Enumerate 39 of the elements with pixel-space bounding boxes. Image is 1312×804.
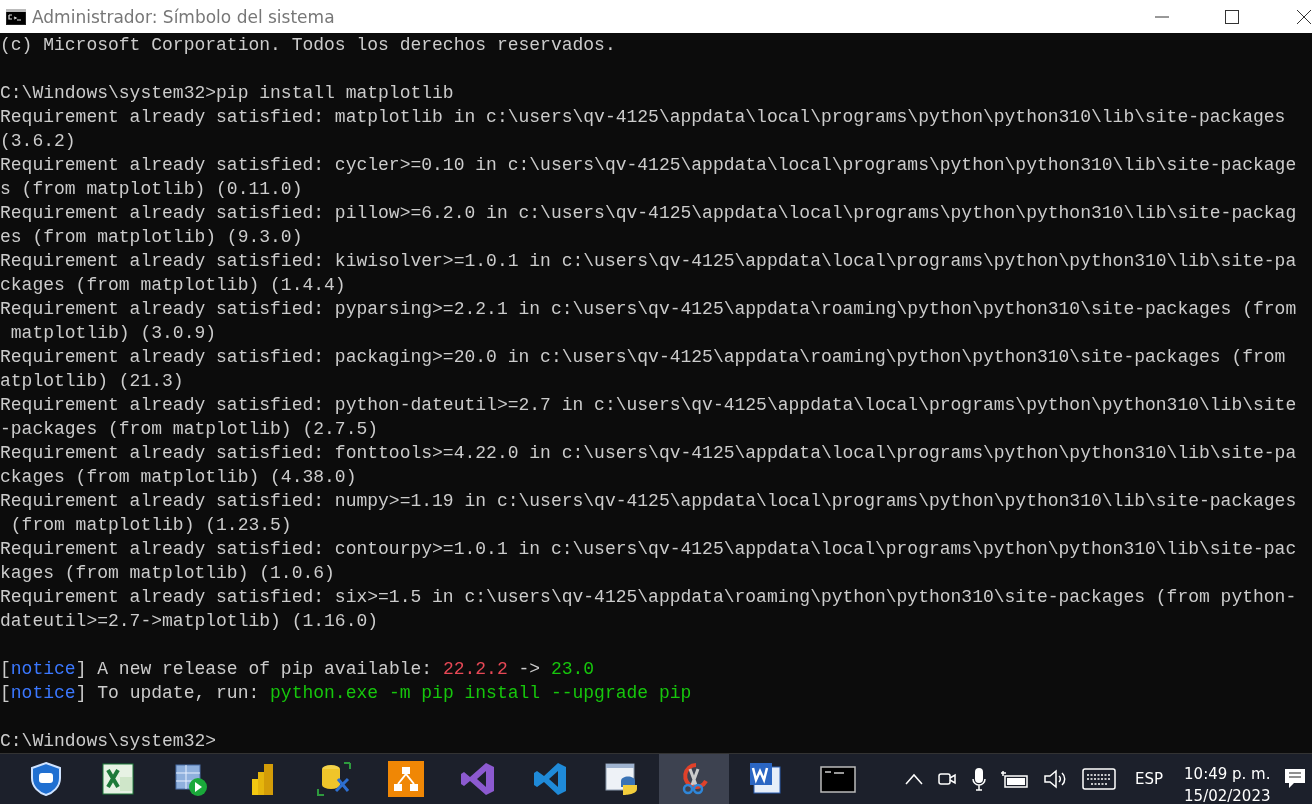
console-text: C:\Windows\system32> xyxy=(0,731,217,751)
console-text: [ xyxy=(0,683,11,703)
console-text: es (from matplotlib) (9.3.0) xyxy=(0,227,303,247)
console-text: Requirement already satisfied: pyparsing>=2.2.1 in c:\users\qv-4125\appdata\roaming\python\python310\site-packages (from xyxy=(0,299,1297,319)
console-text: kages (from matplotlib) (1.0.6) xyxy=(0,563,335,583)
console-text: ] A new release of pip available: xyxy=(75,659,434,679)
console-text: Requirement already satisfied: six>=1.5 in c:\users\qv-4125\appdata\roaming\python\python310\site-packages (from python- xyxy=(0,587,1297,607)
console-text: ] To update, run: xyxy=(75,683,261,703)
console-text: -> xyxy=(517,659,542,679)
console-text: Requirement already satisfied: python-dateutil>=2.7 in c:\users\qv-4125\appdata\local\programs\python\python310\lib\site xyxy=(0,395,1297,415)
console-text: Requirement already satisfied: contourpy>=1.0.1 in c:\users\qv-4125\appdata\local\programs\python\python310\lib\site-pac xyxy=(0,539,1297,559)
console-text: matplotlib) (3.0.9) xyxy=(9,323,217,343)
console-text: Requirement already satisfied: matplotlib in c:\users\qv-4125\appdata\local\programs\python\python310\lib\site-packages xyxy=(0,107,1286,127)
console-text: dateutil>=2.7->matplotlib) (1.16.0) xyxy=(0,611,379,631)
console-text: ckages (from matplotlib) (1.4.4) xyxy=(0,275,346,295)
console-text: 22.2.2 xyxy=(442,659,508,679)
window-title: Administrador: Símbolo del sistema xyxy=(32,6,335,27)
console-text: C:\Windows\system32>pip install matplotlib xyxy=(0,83,454,103)
console-text: Requirement already satisfied: numpy>=1.19 in c:\users\qv-4125\appdata\local\programs\python\python310\lib\site-packages xyxy=(0,491,1297,511)
console-text: notice xyxy=(10,659,76,679)
clock-date[interactable]: 15/02/2023 xyxy=(1184,785,1271,804)
console-text: atplotlib) (21.3) xyxy=(0,371,184,391)
console-text: ckages (from matplotlib) (4.38.0) xyxy=(0,467,357,487)
console-text: Requirement already satisfied: cycler>=0.10 in c:\users\qv-4125\appdata\local\programs\python\python310\lib\site-package xyxy=(0,155,1297,175)
console-text: Requirement already satisfied: kiwisolver>=1.0.1 in c:\users\qv-4125\appdata\local\programs\python\python310\lib\site-pa xyxy=(0,251,1297,271)
console-text: python.exe -m pip install --upgrade pip xyxy=(270,683,692,703)
console-text: notice xyxy=(10,683,76,703)
console-text: (c) Microsoft Corporation. Todos los derechos reservados. xyxy=(0,35,616,55)
console-text: (3.6.2) xyxy=(0,131,76,151)
console-text: s (from matplotlib) (0.11.0) xyxy=(0,179,303,199)
console-text: Requirement already satisfied: packaging>=20.0 in c:\users\qv-4125\appdata\roaming\python\python310\site-packages (from xyxy=(0,347,1286,367)
console-text: Requirement already satisfied: fonttools>=4.22.0 in c:\users\qv-4125\appdata\local\programs\python\python310\lib\site-pa xyxy=(0,443,1297,463)
console-text: [ xyxy=(0,659,11,679)
console-text: 23.0 xyxy=(550,659,595,679)
console-text: Requirement already satisfied: pillow>=6.2.0 in c:\users\qv-4125\appdata\local\programs\python\python310\lib\site-packag xyxy=(0,203,1297,223)
language-indicator[interactable]: ESP xyxy=(1135,770,1164,788)
console-text: (from matplotlib) (1.23.5) xyxy=(9,515,292,535)
console-text: -packages (from matplotlib) (2.7.5) xyxy=(0,419,379,439)
clock-time[interactable]: 10:49 p. m. xyxy=(1184,763,1271,785)
